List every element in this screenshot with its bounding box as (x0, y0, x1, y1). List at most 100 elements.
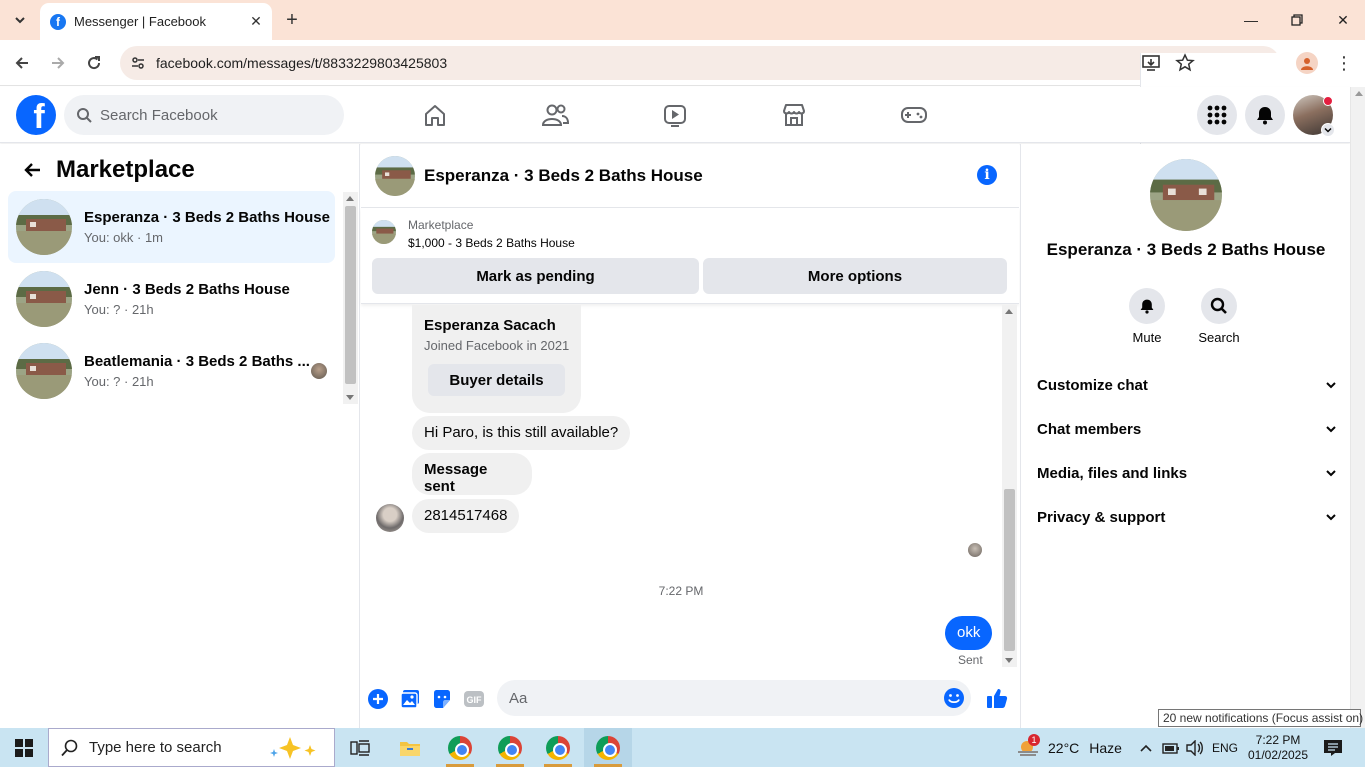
facebook-logo-icon[interactable]: f (16, 95, 56, 135)
address-bar[interactable]: facebook.com/messages/t/8833229803425803 (120, 46, 1365, 637)
chevron-down-icon (1326, 426, 1336, 433)
nav-gaming[interactable] (858, 95, 970, 135)
menu-button[interactable] (1197, 95, 1237, 135)
sticker-button[interactable] (431, 688, 453, 710)
privacy-support-section[interactable]: Privacy & support (1037, 495, 1337, 539)
conversation-name: Jenn · 3 Beds 2 Baths House (84, 281, 290, 298)
chat-title[interactable]: Esperanza · 3 Beds 2 Baths House (424, 166, 703, 186)
listing-price[interactable]: $1,000 - 3 Beds 2 Baths House (408, 236, 575, 250)
chat-thumbnail[interactable] (375, 155, 415, 196)
emoji-button[interactable] (943, 687, 965, 709)
chrome-app-button[interactable] (534, 728, 582, 767)
chat-members-section[interactable]: Chat members (1037, 407, 1337, 451)
language-indicator[interactable]: ENG (1212, 728, 1238, 767)
url-text: facebook.com/messages/t/8833229803425803 (156, 55, 448, 71)
image-icon (400, 690, 419, 709)
back-arrow-button[interactable] (16, 154, 48, 186)
chevron-up-icon (1140, 744, 1152, 752)
notifications-button[interactable] (1245, 95, 1285, 135)
weather-condition: Haze (1089, 739, 1122, 756)
conversation-item[interactable]: Esperanza · 3 Beds 2 Baths House You: ok… (8, 191, 335, 263)
more-options-button[interactable]: More options (703, 258, 1007, 294)
chrome-app-button[interactable] (486, 728, 534, 767)
site-info-icon[interactable] (120, 55, 156, 71)
chrome-app-button[interactable] (436, 728, 484, 767)
show-hidden-icons-button[interactable] (1139, 728, 1153, 767)
buyer-details-button[interactable]: Buyer details (428, 364, 565, 396)
sender-avatar[interactable] (376, 504, 404, 532)
new-tab-button[interactable]: + (280, 8, 304, 32)
page-scrollbar[interactable] (1350, 87, 1365, 728)
forward-button[interactable] (44, 49, 72, 77)
conversation-item[interactable]: Beatlemania · 3 Beds 2 Baths ... You: ? … (8, 335, 335, 407)
more-actions-button[interactable] (367, 688, 389, 710)
message-composer: GIF Aa (361, 672, 1019, 728)
battery-indicator[interactable] (1162, 728, 1180, 767)
account-avatar[interactable] (1293, 95, 1335, 137)
video-icon (664, 105, 686, 127)
sparkle-icon (270, 737, 316, 759)
chevron-down-icon (15, 17, 25, 24)
tab-close-icon[interactable]: ✕ (244, 10, 268, 34)
panel-title: Marketplace (56, 156, 195, 183)
arrow-left-icon (15, 57, 28, 69)
buyer-joined: Joined Facebook in 2021 (424, 338, 570, 353)
info-icon[interactable]: i (977, 165, 997, 185)
gif-button[interactable]: GIF (463, 688, 485, 710)
media-files-links-section[interactable]: Media, files and links (1037, 451, 1337, 495)
browser-profile-icon[interactable] (1296, 52, 1318, 74)
attach-photo-button[interactable] (399, 688, 421, 710)
message-timestamp: 7:22 PM (658, 584, 704, 598)
svg-text:GIF: GIF (467, 695, 483, 705)
chat-photo[interactable] (1150, 159, 1222, 231)
battery-icon (1162, 742, 1179, 754)
browser-tab[interactable]: f Messenger | Facebook ✕ (40, 3, 272, 40)
tab-search-dropdown[interactable] (8, 8, 32, 32)
restore-button[interactable] (1274, 0, 1320, 40)
taskbar-search-placeholder: Type here to search (89, 739, 222, 756)
task-view-button[interactable] (336, 728, 384, 767)
listing-card: Marketplace $1,000 - 3 Beds 2 Baths Hous… (361, 208, 1019, 304)
bookmark-star-icon[interactable] (1175, 53, 1195, 73)
nav-marketplace[interactable] (738, 95, 850, 135)
nav-video[interactable] (619, 95, 731, 135)
search-icon (1210, 297, 1227, 314)
customize-chat-section[interactable]: Customize chat (1037, 363, 1337, 407)
like-button[interactable] (985, 686, 1009, 710)
nav-friends[interactable] (499, 95, 611, 135)
arrow-left-icon (24, 163, 40, 177)
chrome-icon (448, 735, 472, 760)
start-button[interactable] (0, 728, 48, 767)
taskbar-search-input[interactable]: Type here to search (48, 728, 335, 767)
browser-menu-icon[interactable]: ⋮ (1335, 52, 1353, 74)
conversation-list-panel: Marketplace Esperanza · 3 Beds 2 Baths H… (0, 144, 360, 728)
action-center-button[interactable] (1323, 728, 1343, 767)
conversation-list-scrollbar[interactable] (343, 192, 358, 404)
chat-header: Esperanza · 3 Beds 2 Baths House i (361, 144, 1019, 208)
clock[interactable]: 7:22 PM 01/02/2025 (1246, 728, 1310, 767)
chrome-app-button[interactable] (584, 728, 632, 767)
minimize-button[interactable]: — (1228, 0, 1274, 40)
volume-control[interactable] (1186, 728, 1204, 767)
listing-thumbnail[interactable] (372, 220, 396, 244)
search-in-chat-button[interactable]: Search (1189, 288, 1249, 345)
mute-button[interactable]: Mute (1117, 288, 1177, 345)
mark-as-pending-button[interactable]: Mark as pending (372, 258, 699, 294)
chat-scrollbar[interactable] (1002, 305, 1017, 667)
conversation-item[interactable]: Jenn · 3 Beds 2 Baths House You: ? · 21h (8, 263, 335, 335)
install-app-icon[interactable] (1141, 53, 1161, 73)
message-input[interactable]: Aa (497, 680, 971, 716)
nav-home[interactable] (379, 95, 491, 135)
facebook-search-input[interactable]: Search Facebook (64, 95, 344, 135)
close-window-button[interactable]: ✕ (1320, 0, 1365, 40)
bell-icon (1140, 299, 1154, 314)
notification-dot (1323, 96, 1333, 106)
weather-widget[interactable]: 1 22°C Haze (1016, 728, 1122, 767)
file-explorer-button[interactable] (386, 728, 434, 767)
reload-button[interactable] (80, 49, 108, 77)
chat-details-panel: Esperanza · 3 Beds 2 Baths House Mute Se… (1020, 144, 1350, 728)
back-button[interactable] (8, 49, 36, 77)
thumbs-up-icon (987, 689, 1008, 708)
read-receipt-avatar (968, 543, 982, 557)
temperature: 22°C (1048, 739, 1080, 756)
